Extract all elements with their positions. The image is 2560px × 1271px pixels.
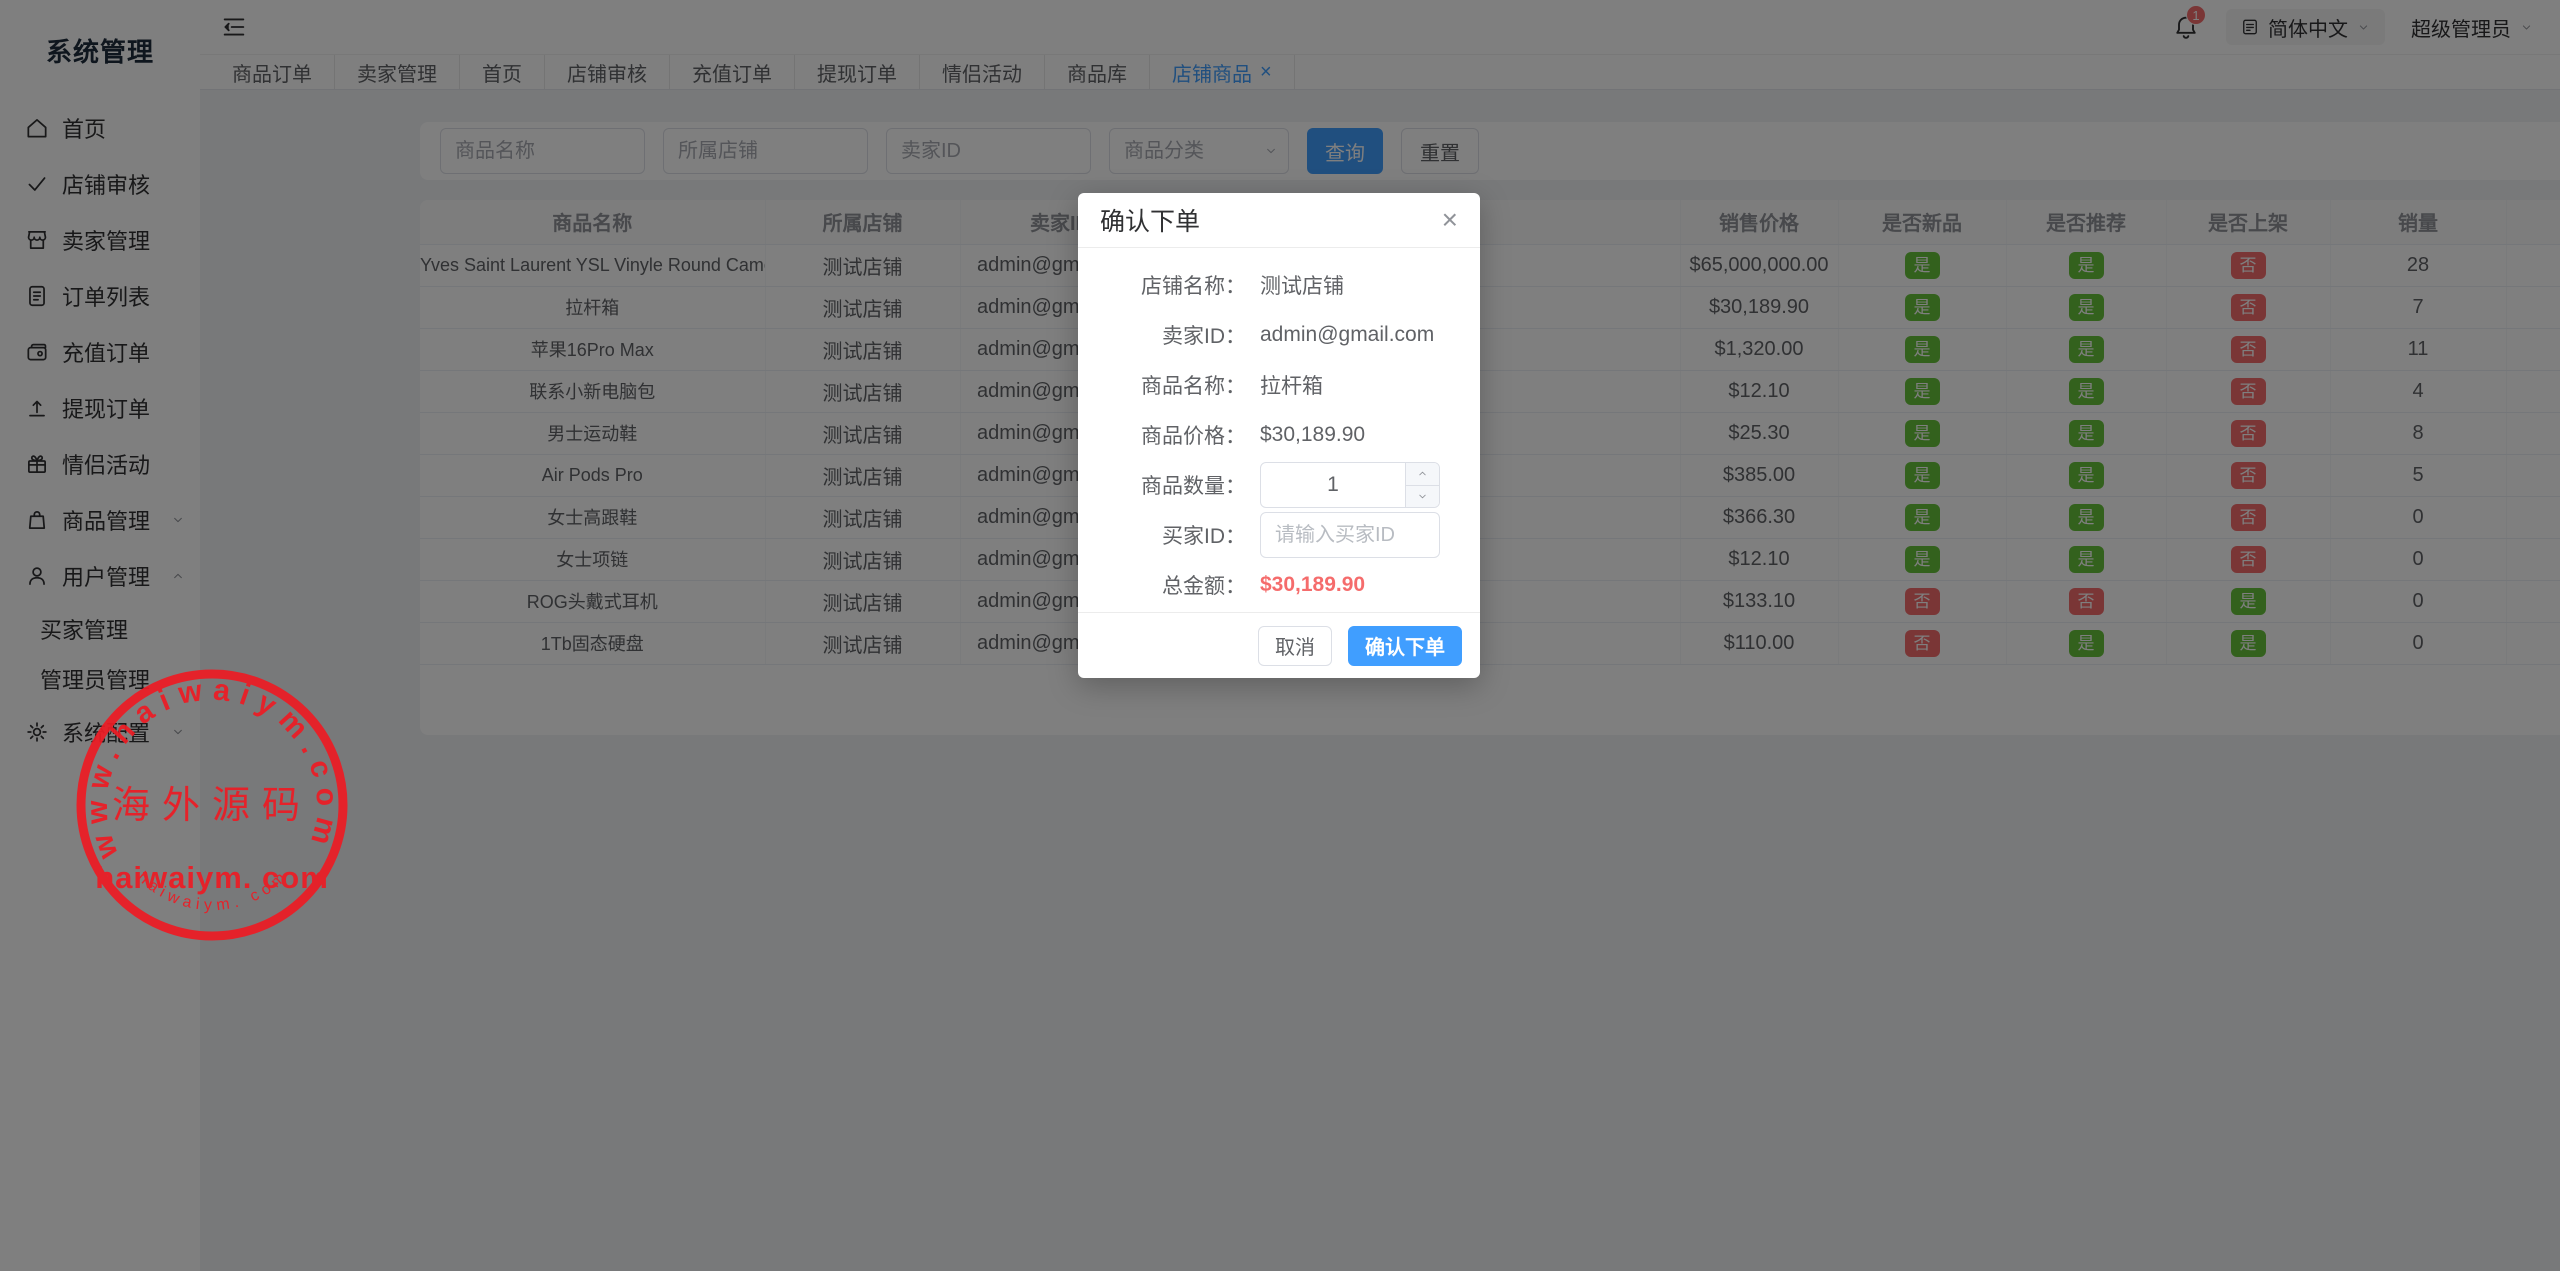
confirm-order-dialog: 确认下单 × 店铺名称： 测试店铺 卖家ID： admin@gmail.com 商品… [1078,193,1480,678]
dialog-header: 确认下单 × [1078,193,1480,248]
qty-increase-button[interactable] [1406,463,1439,486]
qty-decrease-button[interactable] [1406,486,1439,508]
dialog-body: 店铺名称：测试店铺 卖家ID：admin@gmail.com 商品名称：拉杆箱 … [1078,248,1480,610]
app-root: 系统管理 首页店铺审核卖家管理订单列表充值订单提现订单情侣活动商品管理用户管理买… [0,0,2560,1271]
total-label: 总金额： [1078,570,1246,600]
shop-name-value: 测试店铺 [1260,270,1344,300]
buyer-id-input[interactable] [1260,512,1440,558]
product-price-value: $30,189.90 [1260,423,1365,447]
total-value: $30,189.90 [1260,573,1365,597]
buyer-id-label: 买家ID： [1078,520,1246,550]
dialog-title: 确认下单 [1100,202,1200,238]
quantity-label: 商品数量： [1078,470,1246,500]
product-name-label: 商品名称： [1078,370,1246,400]
product-name-value: 拉杆箱 [1260,370,1323,400]
dialog-footer: 取消 确认下单 [1078,612,1480,678]
seller-id-value: admin@gmail.com [1260,323,1434,347]
shop-name-label: 店铺名称： [1078,270,1246,300]
seller-id-label: 卖家ID： [1078,320,1246,350]
close-icon[interactable]: × [1442,206,1458,234]
quantity-stepper [1260,462,1440,508]
product-price-label: 商品价格： [1078,420,1246,450]
confirm-order-button[interactable]: 确认下单 [1348,626,1462,666]
cancel-button[interactable]: 取消 [1258,626,1332,666]
